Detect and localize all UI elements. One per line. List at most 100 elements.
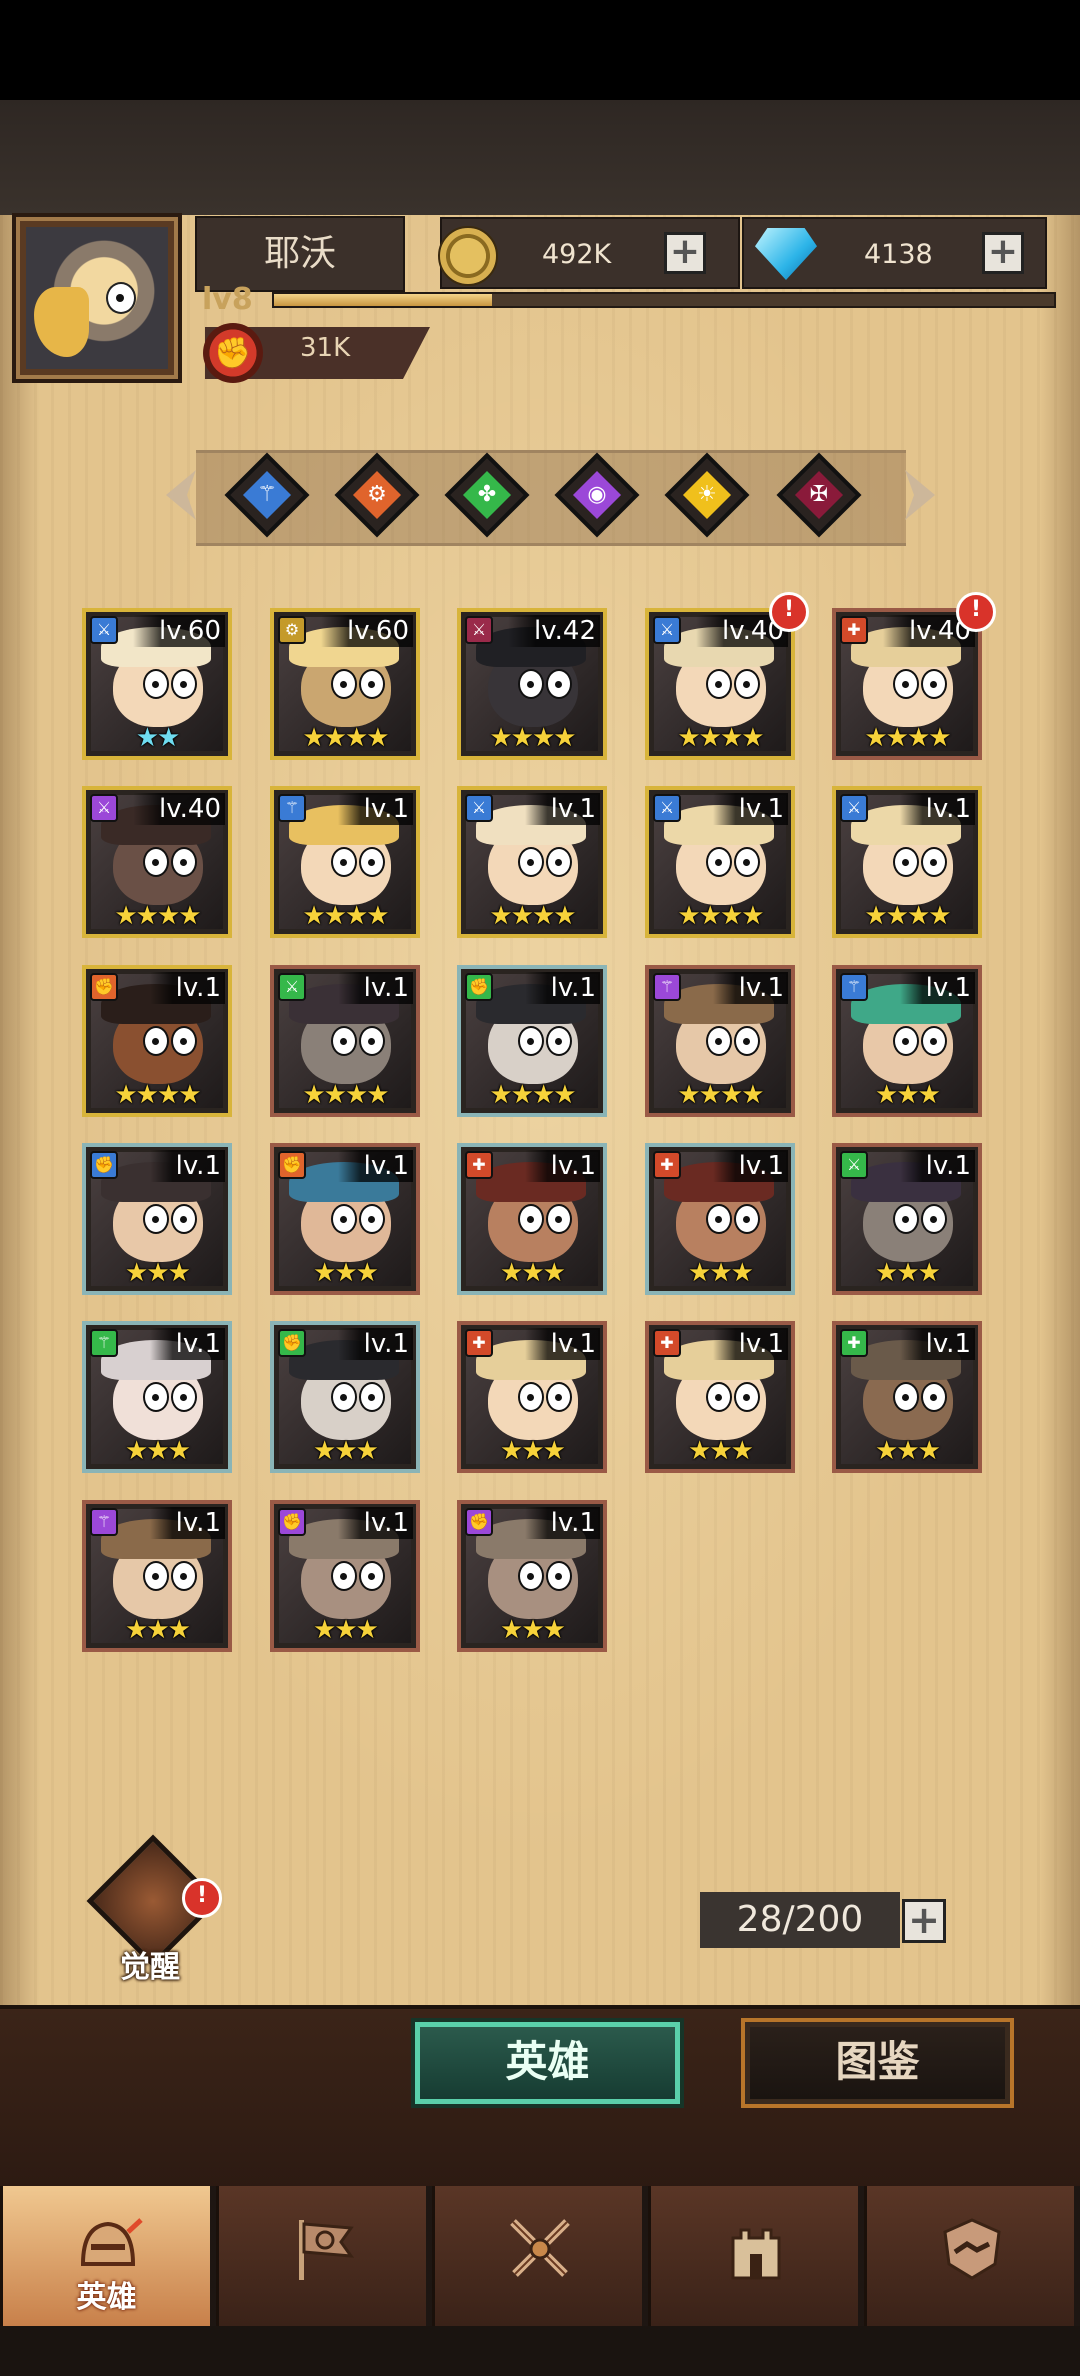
star-rating: ★★★ [688,1436,754,1466]
alert-icon: ! [769,592,809,632]
nav-crossed-swords[interactable] [432,2186,642,2326]
hero-level: lv.1 [337,972,413,1004]
hero-count: 28/200 [736,1899,864,1940]
star-rating: ★★★ [313,1615,379,1645]
star-rating: ★★★ [875,1080,941,1110]
class-icon: ✚ [840,1329,868,1357]
hero-level: lv.60 [321,615,413,647]
awaken-button[interactable]: ! [86,1834,222,1968]
class-icon: ✊ [465,1508,493,1536]
hero-card[interactable]: ⚔ lv.1 ★★★★ [270,965,420,1117]
hero-level: lv.1 [899,1150,975,1182]
hero-card[interactable]: ✚ lv.1 ★★★ [457,1143,607,1295]
hero-card[interactable]: ⚔ lv.42 ★★★★ [457,608,607,760]
hero-card[interactable]: ⚚ lv.1 ★★★★ [270,786,420,938]
hero-level: lv.1 [524,972,600,1004]
player-name-plate: 耶沃 [195,216,405,292]
star-rating: ★★★ [688,1258,754,1288]
star-rating: ★★★ [313,1258,379,1288]
class-icon: ⚔ [465,616,493,644]
nav-label: 英雄 [76,2280,137,2315]
expand-capacity-button[interactable]: + [902,1899,946,1943]
hero-card[interactable]: ⚙ lv.60 ★★★★ [270,608,420,760]
hero-level: lv.1 [149,1328,225,1360]
class-icon: ⚔ [653,794,681,822]
hero-level: lv.1 [337,1150,413,1182]
nature-rune-icon[interactable]: ✤ [444,452,530,538]
nav-castle[interactable] [648,2186,858,2326]
hero-card[interactable]: ⚚ lv.1 ★★★★ [645,965,795,1117]
hero-card[interactable]: ⚚ lv.1 ★★★ [82,1321,232,1473]
hero-level: lv.1 [524,1507,600,1539]
class-icon: ⚔ [465,794,493,822]
status-bar [0,0,1080,100]
light-rune-icon[interactable]: ☀ [664,452,750,538]
nav-helmet[interactable]: 英雄 [0,2186,210,2326]
nav-war-flag[interactable] [216,2186,426,2326]
class-icon: ⚔ [840,1151,868,1179]
star-rating: ★★★ [125,1436,191,1466]
system-nav-strip [0,2326,1080,2376]
awaken-label: 觉醒 [120,1950,180,1985]
guild-handshake-icon [937,2214,1007,2284]
nav-guild-handshake[interactable] [864,2186,1074,2326]
hero-card[interactable]: ⚔ lv.60 ★★ [82,608,232,760]
hero-card[interactable]: ⚚ lv.1 ★★★ [82,1500,232,1652]
star-rating: ★★★ [125,1615,191,1645]
fire-rune-icon[interactable]: ⚙ [334,452,420,538]
star-rating: ★★★ [875,1436,941,1466]
hero-card[interactable]: ⚔ lv.1 ★★★★ [457,786,607,938]
hero-level: lv.1 [524,1328,600,1360]
class-icon: ⚙ [278,616,306,644]
class-icon: ⚔ [653,616,681,644]
class-icon: ⚚ [653,973,681,1001]
player-avatar-frame[interactable] [12,213,182,383]
hero-card[interactable]: ⚔ lv.40 ★★★★ [82,786,232,938]
hero-card[interactable]: ✊ lv.1 ★★★ [270,1321,420,1473]
hero-card[interactable]: ✊ lv.1 ★★★★ [457,965,607,1117]
hero-card[interactable]: ⚔ lv.1 ★★★★ [832,786,982,938]
class-icon: ✚ [840,616,868,644]
gold-value: 492K [542,239,612,270]
hero-card[interactable]: ✊ lv.1 ★★★ [82,1143,232,1295]
hero-capacity: 28/200 [700,1892,900,1948]
hero-card[interactable]: ⚔ lv.1 ★★★★ [645,786,795,938]
hero-card[interactable]: ⚚ lv.1 ★★★ [832,965,982,1117]
add-gold-button[interactable]: + [664,232,706,274]
hero-level: lv.1 [524,793,600,825]
arcane-rune-icon[interactable]: ◉ [554,452,640,538]
hero-level: lv.1 [337,1328,413,1360]
hero-card[interactable]: ✊ lv.1 ★★★ [270,1143,420,1295]
class-icon: ✚ [653,1151,681,1179]
hero-card[interactable]: ✚ lv.1 ★★★ [645,1321,795,1473]
xp-bar-fill [274,294,493,306]
hero-card[interactable]: ✚ lv.1 ★★★ [832,1321,982,1473]
dark-rune-icon[interactable]: ✠ [776,452,862,538]
star-rating: ★★ [135,723,181,753]
class-icon: ✊ [278,1151,306,1179]
hero-level: lv.1 [337,1507,413,1539]
add-gems-button[interactable]: + [982,232,1024,274]
hero-card[interactable]: ✊ lv.1 ★★★ [270,1500,420,1652]
hero-card[interactable]: ✊ lv.1 ★★★★ [82,965,232,1117]
star-rating: ★★★ [500,1436,566,1466]
hero-level: lv.1 [524,1150,600,1182]
hero-card[interactable]: ✊ lv.1 ★★★ [457,1500,607,1652]
castle-icon [721,2214,791,2284]
hero-card[interactable]: ✚ lv.40 ★★★★! [832,592,996,760]
player-name: 耶沃 [263,233,336,274]
hero-card[interactable]: ✚ lv.1 ★★★ [457,1321,607,1473]
gem-value: 4138 [864,239,933,270]
star-rating: ★★★ [500,1258,566,1288]
class-icon: ✊ [465,973,493,1001]
water-rune-icon[interactable]: ⚚ [224,452,310,538]
tab-codex[interactable]: 图鉴 [745,2022,1010,2104]
hero-card[interactable]: ⚔ lv.40 ★★★★! [645,592,809,760]
star-rating: ★★★★ [864,901,951,931]
hero-card[interactable]: ✚ lv.1 ★★★ [645,1143,795,1295]
star-rating: ★★★★ [677,901,764,931]
hero-level: lv.1 [149,1507,225,1539]
hero-level: lv.1 [899,972,975,1004]
hero-card[interactable]: ⚔ lv.1 ★★★ [832,1143,982,1295]
tab-heroes[interactable]: 英雄 [415,2022,680,2104]
